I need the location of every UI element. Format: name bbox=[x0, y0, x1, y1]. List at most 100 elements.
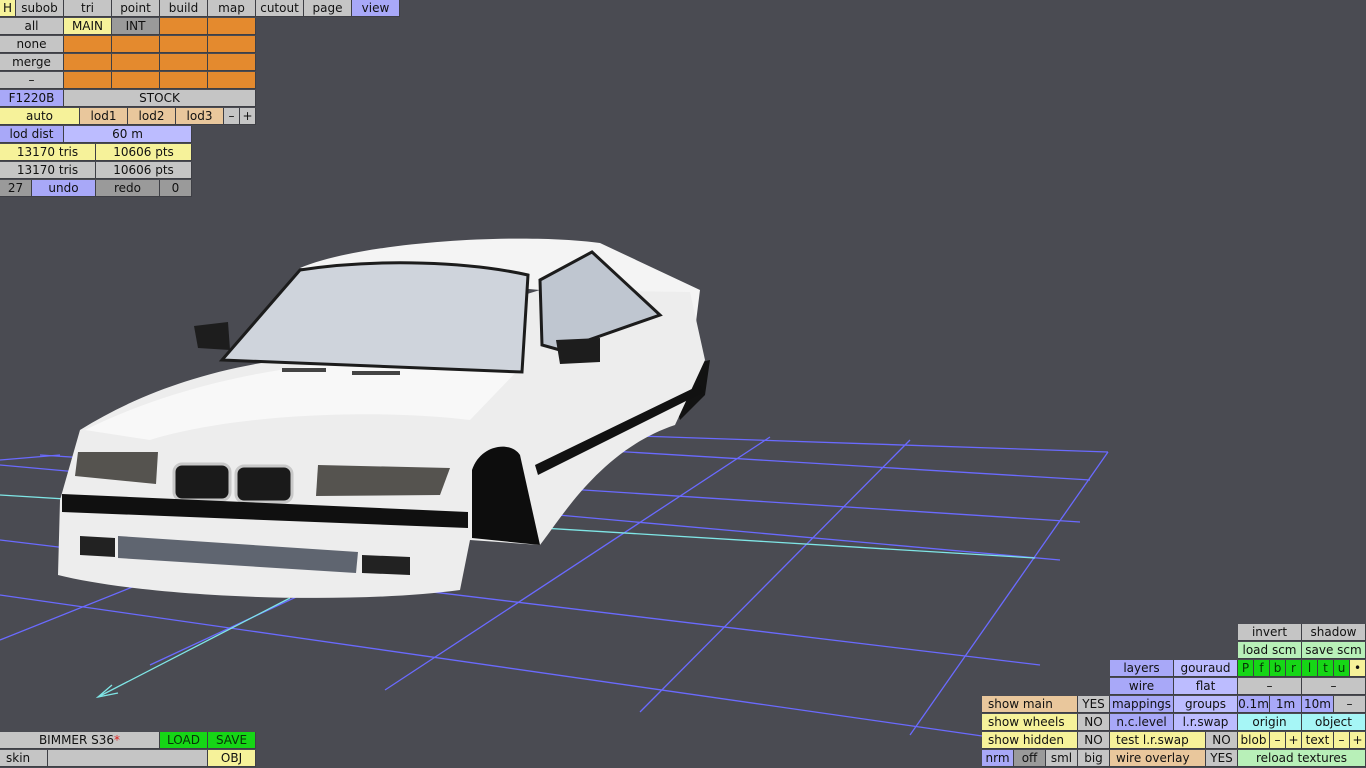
subob-slot[interactable] bbox=[64, 54, 112, 71]
menu-map[interactable]: map bbox=[208, 0, 256, 17]
subob-slot[interactable] bbox=[160, 18, 208, 35]
subob-slot[interactable] bbox=[208, 36, 256, 53]
show-main-toggle[interactable]: YES bbox=[1078, 696, 1110, 713]
subob-slot[interactable] bbox=[160, 72, 208, 89]
subob-all[interactable]: all bbox=[0, 18, 64, 35]
lod-dist-label: lod dist bbox=[0, 126, 64, 143]
origin-button[interactable]: origin bbox=[1238, 714, 1302, 731]
dash-button[interactable]: – bbox=[1238, 678, 1302, 695]
text-button[interactable]: text bbox=[1302, 732, 1334, 749]
menu-tri[interactable]: tri bbox=[64, 0, 112, 17]
subob-int[interactable]: INT bbox=[112, 18, 160, 35]
reload-textures-button[interactable]: reload textures bbox=[1238, 750, 1366, 767]
scale-10m-button[interactable]: 10m bbox=[1302, 696, 1334, 713]
view-p-button[interactable]: P bbox=[1238, 660, 1254, 677]
normals-big-button[interactable]: big bbox=[1078, 750, 1110, 767]
view-l-button[interactable]: l bbox=[1302, 660, 1318, 677]
load-button[interactable]: LOAD bbox=[160, 732, 208, 749]
load-scm-button[interactable]: load scm bbox=[1238, 642, 1302, 659]
menu-point[interactable]: point bbox=[112, 0, 160, 17]
redo-button[interactable]: redo bbox=[96, 180, 160, 197]
subob-slot[interactable] bbox=[208, 54, 256, 71]
lod-plus-button[interactable]: + bbox=[240, 108, 256, 125]
view-t-button[interactable]: t bbox=[1318, 660, 1334, 677]
pts-count-total: 10606 pts bbox=[96, 162, 192, 179]
view-b-button[interactable]: b bbox=[1270, 660, 1286, 677]
normals-nrm-button[interactable]: nrm bbox=[982, 750, 1014, 767]
nc-level-button[interactable]: n.c.level bbox=[1110, 714, 1174, 731]
model-code-button[interactable]: F1220B bbox=[0, 90, 64, 107]
undo-button[interactable]: undo bbox=[32, 180, 96, 197]
gouraud-button[interactable]: gouraud bbox=[1174, 660, 1238, 677]
file-name-text: BIMMER S36 bbox=[38, 733, 115, 747]
scale-1m-button[interactable]: 1m bbox=[1270, 696, 1302, 713]
view-f-button[interactable]: f bbox=[1254, 660, 1270, 677]
scale-0.1m-button[interactable]: 0.1m bbox=[1238, 696, 1270, 713]
view-r-button[interactable]: r bbox=[1286, 660, 1302, 677]
blob-minus-button[interactable]: – bbox=[1270, 732, 1286, 749]
blob-button[interactable]: blob bbox=[1238, 732, 1270, 749]
blob-plus-button[interactable]: + bbox=[1286, 732, 1302, 749]
test-lr-swap-label[interactable]: test l.r.swap bbox=[1110, 732, 1206, 749]
subob-main[interactable]: MAIN bbox=[64, 18, 112, 35]
lod3-button[interactable]: lod3 bbox=[176, 108, 224, 125]
pts-count: 10606 pts bbox=[96, 144, 192, 161]
subob-slot[interactable] bbox=[64, 36, 112, 53]
subob-slot[interactable] bbox=[112, 36, 160, 53]
invert-button[interactable]: invert bbox=[1238, 624, 1302, 641]
show-main-label[interactable]: show main bbox=[982, 696, 1078, 713]
flat-button[interactable]: flat bbox=[1174, 678, 1238, 695]
object-button[interactable]: object bbox=[1302, 714, 1366, 731]
menu-page[interactable]: page bbox=[304, 0, 352, 17]
wire-overlay-label[interactable]: wire overlay bbox=[1110, 750, 1206, 767]
lod-minus-button[interactable]: – bbox=[224, 108, 240, 125]
skin-field[interactable] bbox=[48, 750, 208, 767]
wire-button[interactable]: wire bbox=[1110, 678, 1174, 695]
menu-build[interactable]: build bbox=[160, 0, 208, 17]
save-scm-button[interactable]: save scm bbox=[1302, 642, 1366, 659]
obj-button[interactable]: OBJ bbox=[208, 750, 256, 767]
subob-slot[interactable] bbox=[112, 54, 160, 71]
groups-button[interactable]: groups bbox=[1174, 696, 1238, 713]
lod1-button[interactable]: lod1 bbox=[80, 108, 128, 125]
subob-slot[interactable] bbox=[64, 72, 112, 89]
menu-subob[interactable]: subob bbox=[16, 0, 64, 17]
mappings-button[interactable]: mappings bbox=[1110, 696, 1174, 713]
menu-h[interactable]: H bbox=[0, 0, 16, 17]
layers-button[interactable]: layers bbox=[1110, 660, 1174, 677]
skin-button[interactable]: skin bbox=[0, 750, 48, 767]
dash-button[interactable]: – bbox=[1302, 678, 1366, 695]
subob-slot[interactable] bbox=[112, 72, 160, 89]
subob-dash[interactable]: – bbox=[0, 72, 64, 89]
subob-merge[interactable]: merge bbox=[0, 54, 64, 71]
show-hidden-toggle[interactable]: NO bbox=[1078, 732, 1110, 749]
variant-button[interactable]: STOCK bbox=[64, 90, 256, 107]
normals-sml-button[interactable]: sml bbox=[1046, 750, 1078, 767]
subob-none[interactable]: none bbox=[0, 36, 64, 53]
file-name[interactable]: BIMMER S36* bbox=[0, 732, 160, 749]
shadow-button[interactable]: shadow bbox=[1302, 624, 1366, 641]
subob-slot[interactable] bbox=[160, 36, 208, 53]
view-u-button[interactable]: u bbox=[1334, 660, 1350, 677]
view-dot-button[interactable]: • bbox=[1350, 660, 1366, 677]
show-wheels-label[interactable]: show wheels bbox=[982, 714, 1078, 731]
save-button[interactable]: SAVE bbox=[208, 732, 256, 749]
scale-minus-button[interactable]: – bbox=[1334, 696, 1366, 713]
show-hidden-label[interactable]: show hidden bbox=[982, 732, 1078, 749]
lod-auto-button[interactable]: auto bbox=[0, 108, 80, 125]
lod2-button[interactable]: lod2 bbox=[128, 108, 176, 125]
car-model bbox=[58, 238, 710, 598]
show-wheels-toggle[interactable]: NO bbox=[1078, 714, 1110, 731]
subob-slot[interactable] bbox=[208, 72, 256, 89]
text-plus-button[interactable]: + bbox=[1350, 732, 1366, 749]
normals-off-button[interactable]: off bbox=[1014, 750, 1046, 767]
menu-view[interactable]: view bbox=[352, 0, 400, 17]
menu-cutout[interactable]: cutout bbox=[256, 0, 304, 17]
wire-overlay-toggle[interactable]: YES bbox=[1206, 750, 1238, 767]
subob-slot[interactable] bbox=[160, 54, 208, 71]
text-minus-button[interactable]: – bbox=[1334, 732, 1350, 749]
lod-dist-value[interactable]: 60 m bbox=[64, 126, 192, 143]
subob-slot[interactable] bbox=[208, 18, 256, 35]
lr-swap-button[interactable]: l.r.swap bbox=[1174, 714, 1238, 731]
test-lr-swap-toggle[interactable]: NO bbox=[1206, 732, 1238, 749]
